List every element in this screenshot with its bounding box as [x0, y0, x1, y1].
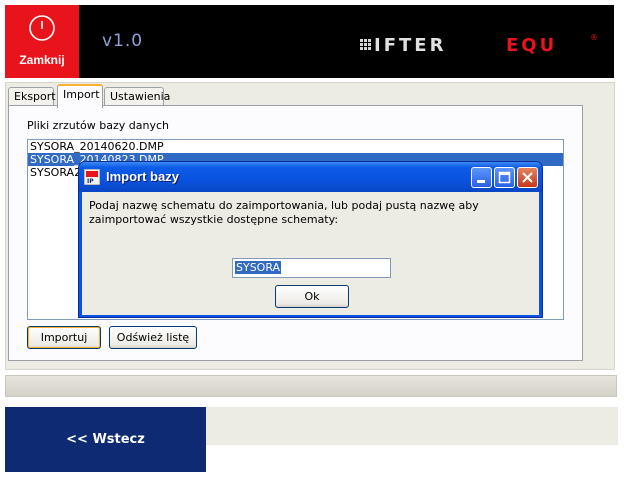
import-button[interactable]: Importuj — [27, 326, 101, 349]
back-button[interactable]: << Wstecz — [5, 407, 206, 472]
ok-button[interactable]: Ok — [275, 285, 349, 308]
close-app-button[interactable]: Zamknij — [5, 5, 79, 78]
registered-mark: ® — [590, 33, 598, 42]
dumps-label: Pliki zrzutów bazy danych — [27, 119, 169, 132]
svg-text:IP: IP — [87, 178, 94, 185]
footer-area — [206, 407, 618, 445]
tab-eksport[interactable]: Eksport — [8, 87, 56, 107]
status-band — [5, 375, 617, 397]
close-dialog-button[interactable] — [517, 167, 538, 188]
ifterequ-logo: IFTER EQU ® — [360, 33, 598, 56]
maximize-icon — [498, 171, 511, 184]
app-header: Zamknij v1.0 IFTER EQU ® — [5, 5, 614, 78]
app-icon: IP — [84, 169, 100, 185]
close-icon — [522, 172, 533, 183]
dialog-title: Import bazy — [106, 169, 179, 184]
refresh-list-button[interactable]: Odśwież listę — [109, 326, 197, 349]
maximize-button[interactable] — [494, 167, 515, 188]
schema-name-value: SYSORA — [235, 261, 282, 274]
import-dialog: IP Import bazy Podaj nazwę schematu do z… — [78, 161, 543, 318]
power-icon — [29, 15, 55, 41]
minimize-icon — [477, 180, 485, 183]
logo-text-right: EQU — [506, 35, 557, 56]
logo-text-left: IFTER — [374, 35, 446, 56]
dialog-message: Podaj nazwę schematu do zaimportowania, … — [89, 199, 479, 226]
tab-ustawienia[interactable]: Ustawienia — [104, 87, 170, 107]
dialog-titlebar[interactable]: IP Import bazy — [79, 162, 542, 192]
version-label: v1.0 — [102, 31, 144, 51]
schema-name-input[interactable]: SYSORA — [232, 258, 391, 278]
minimize-button[interactable] — [471, 167, 492, 188]
dump-file-item[interactable]: SYSORA_20140620.DMP — [28, 140, 563, 153]
dialog-body: Podaj nazwę schematu do zaimportowania, … — [82, 192, 539, 315]
tab-import[interactable]: Import — [57, 84, 103, 108]
close-app-label: Zamknij — [19, 53, 65, 67]
